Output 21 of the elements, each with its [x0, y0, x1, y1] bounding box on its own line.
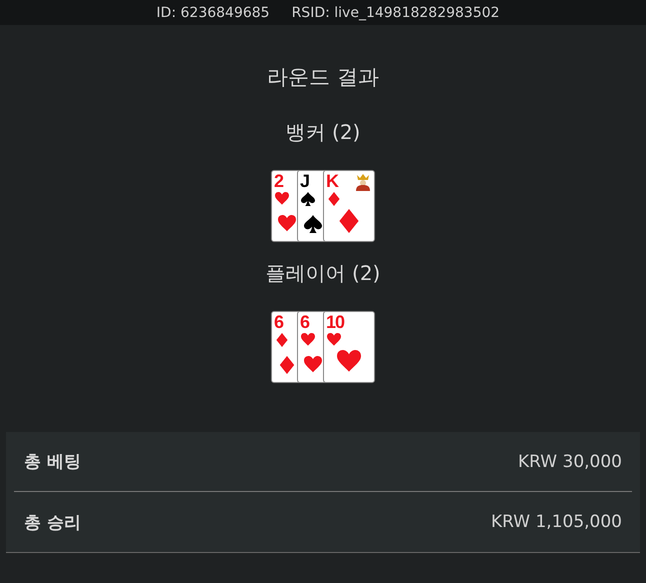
summary-label: 총 승리: [24, 512, 81, 534]
result-title: 라운드 결과: [267, 64, 379, 91]
card-rank: J: [300, 171, 310, 191]
card-rank: 6: [274, 312, 284, 332]
diamond-icon: [275, 333, 289, 347]
hand-title: 뱅커 (2): [286, 119, 360, 146]
king-figure-icon: [355, 173, 371, 191]
heart-icon: [301, 333, 315, 347]
heart-icon: [275, 192, 289, 206]
spade-icon: [304, 213, 322, 235]
summary-value: KRW 30,000: [518, 452, 622, 472]
summary-value: KRW 1,105,000: [490, 512, 622, 532]
rsid: RSID: live_149818282983502: [292, 4, 500, 20]
card-rank: 6: [300, 312, 310, 332]
card-rank: 10: [326, 312, 344, 332]
card-rank: K: [326, 171, 338, 191]
hand-title: 플레이어 (2): [266, 260, 380, 287]
round-id: ID: 6236849685: [156, 4, 270, 20]
card-rank: 2: [274, 171, 284, 191]
summary-label: 총 베팅: [24, 451, 81, 473]
spade-icon: [301, 192, 315, 206]
